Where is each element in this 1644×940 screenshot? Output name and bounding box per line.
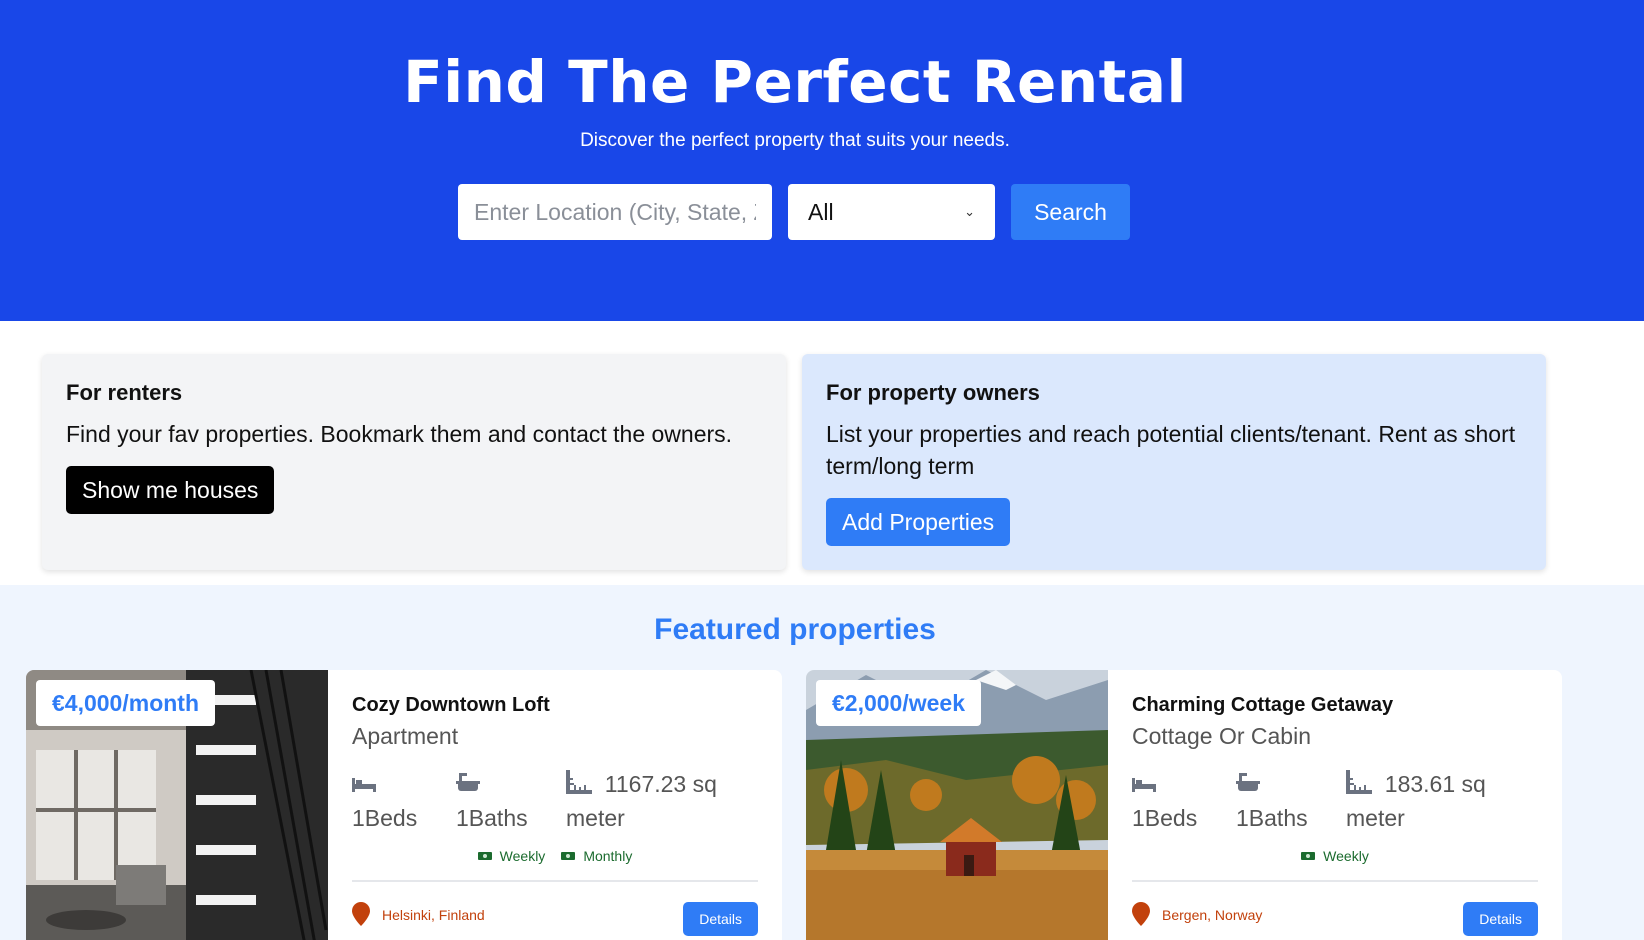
property-name[interactable]: Cozy Downtown Loft — [352, 694, 758, 717]
price-badge: €4,000/month — [36, 680, 215, 726]
property-stats: 1Beds 1Baths 183.61 sq meter — [1132, 768, 1538, 834]
area-stat: 1167.23 sq meter — [566, 768, 746, 834]
property-card[interactable]: €2,000/week Charming Cottage Getaway Cot… — [806, 670, 1562, 940]
baths-value: 1Baths — [1236, 804, 1308, 831]
area-stat: 183.61 sq meter — [1346, 768, 1526, 834]
bath-icon — [456, 770, 480, 802]
rental-rates: Weekly — [1132, 848, 1538, 864]
property-type: Cottage Or Cabin — [1132, 723, 1311, 749]
owners-card: For property owners List your properties… — [802, 354, 1546, 570]
renters-title: For renters — [66, 380, 183, 405]
baths-stat: 1Baths — [1236, 768, 1346, 834]
property-location: Helsinki, Finland — [352, 901, 485, 929]
add-properties-button[interactable]: Add Properties — [826, 498, 1011, 546]
price-badge: €2,000/week — [816, 680, 982, 726]
divider — [1132, 879, 1538, 882]
rate-label: Weekly — [499, 847, 546, 864]
featured-title: Featured properties — [654, 613, 936, 646]
property-type: Apartment — [352, 723, 459, 749]
rate-item: Weekly — [1301, 848, 1369, 864]
property-type-select[interactable]: All ⌄ — [788, 184, 995, 240]
bed-icon — [352, 770, 376, 802]
property-type-selected: All — [808, 198, 834, 225]
rental-rates: Weekly Monthly — [352, 848, 758, 864]
details-button[interactable]: Details — [1463, 901, 1538, 936]
bath-icon — [1236, 770, 1260, 802]
chevron-down-icon: ⌄ — [964, 204, 975, 219]
hero-section: Find The Perfect Rental Discover the per… — [0, 0, 1644, 321]
divider — [352, 879, 758, 882]
baths-stat: 1Baths — [456, 768, 566, 834]
cabin-landscape-image[interactable]: €2,000/week — [806, 670, 1108, 940]
baths-value: 1Baths — [456, 804, 528, 831]
search-button[interactable]: Search — [1011, 184, 1130, 240]
rate-item: Monthly — [561, 848, 632, 864]
map-pin-icon — [352, 901, 370, 929]
ruler-icon — [566, 769, 592, 802]
map-pin-icon — [1132, 901, 1150, 929]
hero-title: Find The Perfect Rental — [403, 48, 1187, 116]
rate-label: Monthly — [583, 847, 633, 864]
property-card[interactable]: €4,000/month Cozy Downtown Loft Apartmen… — [26, 670, 782, 940]
property-name[interactable]: Charming Cottage Getaway — [1132, 694, 1538, 717]
beds-value: 1Beds — [1132, 804, 1198, 831]
hero-subtitle: Discover the perfect property that suits… — [580, 130, 1010, 151]
beds-stat: 1Beds — [1132, 768, 1236, 834]
owners-title: For property owners — [826, 380, 1040, 405]
money-icon — [561, 851, 576, 860]
show-me-houses-button[interactable]: Show me houses — [66, 466, 275, 514]
rate-label: Weekly — [1323, 847, 1369, 864]
loft-interior-image[interactable]: €4,000/month — [26, 670, 328, 940]
location-label: Helsinki, Finland — [382, 907, 485, 924]
renters-text: Find your fav properties. Bookmark them … — [66, 421, 733, 447]
beds-value: 1Beds — [352, 804, 418, 831]
renters-card: For renters Find your fav properties. Bo… — [42, 354, 786, 570]
property-location: Bergen, Norway — [1132, 901, 1263, 929]
beds-stat: 1Beds — [352, 768, 456, 834]
location-search-input[interactable] — [458, 184, 772, 240]
details-button[interactable]: Details — [683, 901, 758, 936]
money-icon — [1301, 851, 1316, 860]
money-icon — [477, 851, 492, 860]
bed-icon — [1132, 770, 1156, 802]
ruler-icon — [1346, 769, 1372, 802]
property-stats: 1Beds 1Baths 1167.23 sq meter — [352, 768, 758, 834]
owners-text: List your properties and reach potential… — [826, 421, 1516, 479]
rate-item: Weekly — [477, 847, 546, 864]
location-label: Bergen, Norway — [1162, 907, 1263, 924]
